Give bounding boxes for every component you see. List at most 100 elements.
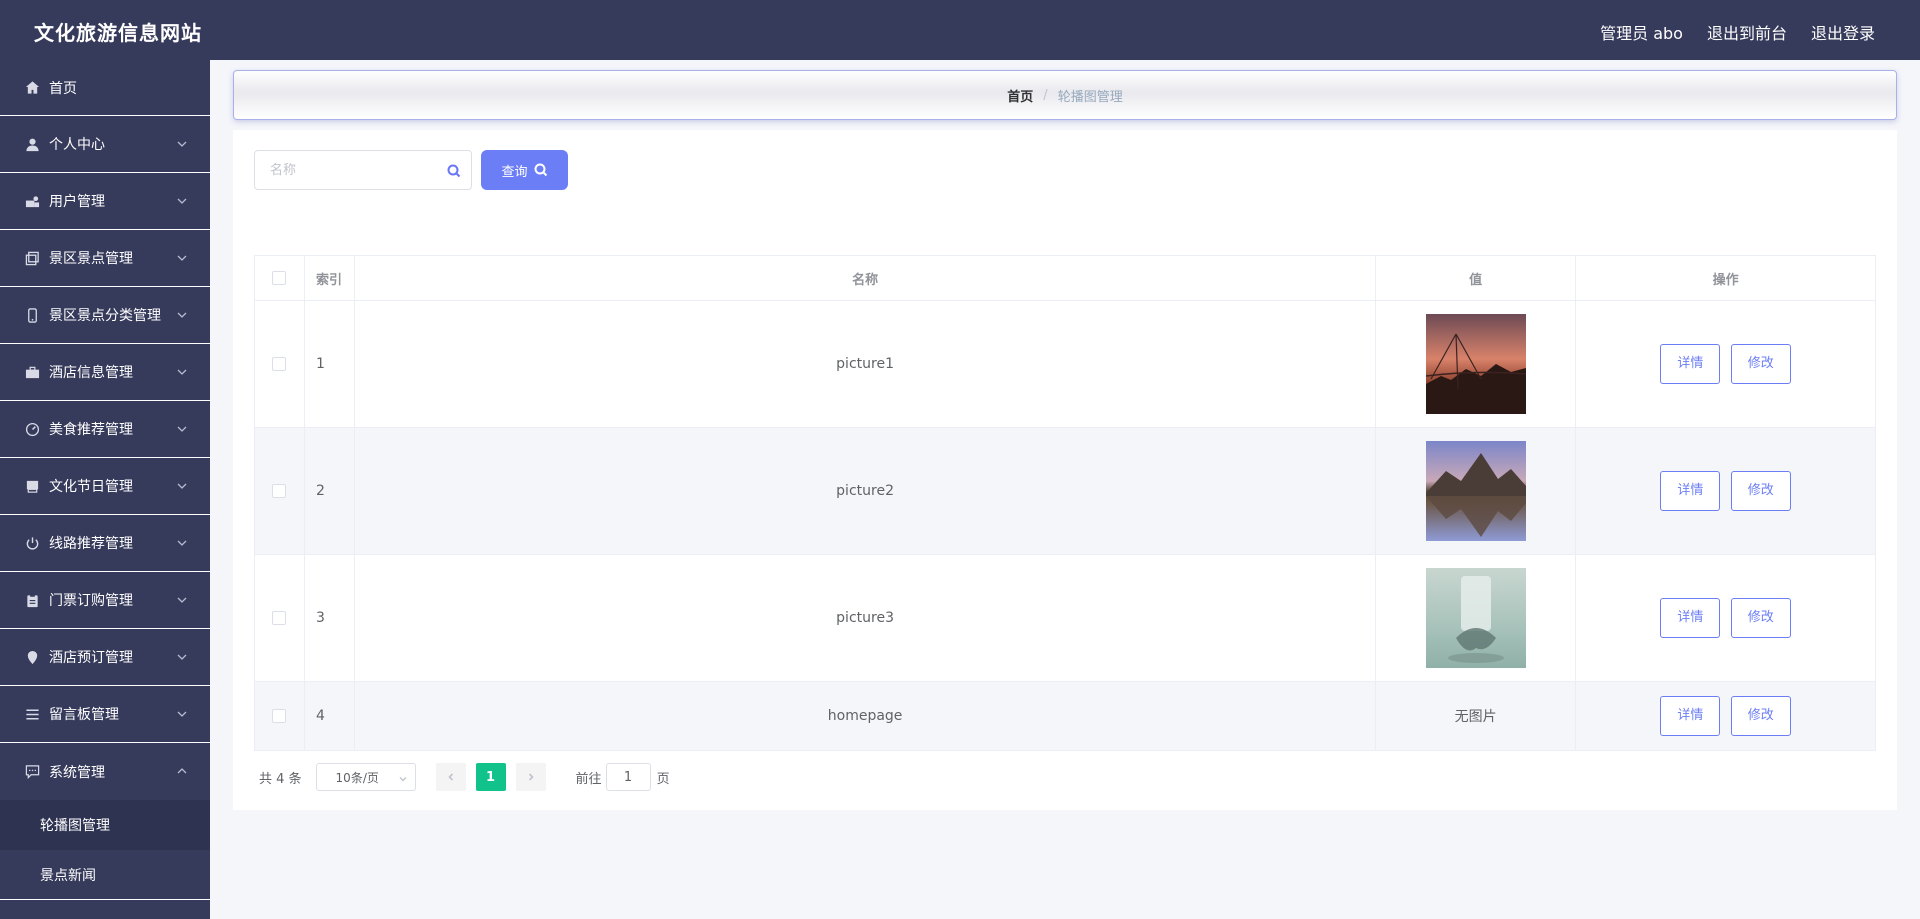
- site-title: 文化旅游信息网站: [34, 21, 202, 45]
- row-checkbox[interactable]: [272, 709, 287, 723]
- search-icon: [447, 163, 461, 178]
- query-button-label: 查询: [501, 164, 528, 180]
- chevron-down-icon: [398, 773, 408, 787]
- sunset-bridge-image[interactable]: [1425, 314, 1526, 414]
- select-all-cell: [254, 255, 305, 301]
- top-bar: 文化旅游信息网站 管理员 abo 退出到前台 退出登录: [0, 0, 1920, 60]
- page-size-value: 10条/页: [335, 770, 379, 785]
- row-name: homepage: [353, 681, 1377, 751]
- detail-button[interactable]: 详情: [1660, 696, 1721, 736]
- sidebar-item-food-recommend[interactable]: 美食推荐管理: [0, 401, 210, 458]
- gauge-icon: [24, 421, 40, 437]
- sidebar-item-label: 景区景点分类管理: [49, 308, 161, 324]
- chevron-down-icon: [176, 252, 188, 264]
- sidebar-subitem-scenic-news[interactable]: 景点新闻: [0, 850, 210, 900]
- sidebar-item-label: 个人中心: [49, 137, 105, 153]
- sidebar-item-culture-festival[interactable]: 文化节日管理: [0, 458, 210, 515]
- breadcrumb-home[interactable]: 首页: [1007, 86, 1033, 105]
- sidebar-item-message-board[interactable]: 留言板管理: [0, 686, 210, 743]
- sidebar-item-personal-center[interactable]: 个人中心: [0, 116, 210, 173]
- sidebar-item-label: 美食推荐管理: [49, 422, 133, 438]
- detail-button[interactable]: 详情: [1660, 471, 1721, 511]
- sidebar-item-user-management[interactable]: 用户管理: [0, 173, 210, 230]
- chevron-down-icon: [176, 423, 188, 435]
- row-index: 4: [303, 681, 355, 751]
- breadcrumb: 首页 / 轮播图管理: [233, 70, 1897, 120]
- chevron-down-icon: [176, 138, 188, 150]
- page-number-current[interactable]: 1: [475, 763, 506, 791]
- table-row: 2 picture2 详情 修改: [254, 427, 1876, 555]
- chevron-up-icon: [176, 765, 188, 777]
- sidebar-subitem-label: 景点新闻: [40, 867, 96, 884]
- sidebar-subitem-carousel[interactable]: 轮播图管理: [0, 800, 210, 850]
- search-input[interactable]: [255, 151, 435, 189]
- row-actions: 详情 修改: [1575, 427, 1876, 555]
- admin-user-label[interactable]: 管理员 abo: [1600, 20, 1683, 44]
- content-panel: 查询 索引 名称 值 操作 1 picture1: [233, 130, 1897, 810]
- query-button[interactable]: 查询: [481, 150, 568, 190]
- home-icon: [24, 80, 40, 96]
- sidebar-item-scenic-spots[interactable]: 景区景点管理: [0, 230, 210, 287]
- clipboard-icon: [24, 592, 40, 608]
- briefcase-icon: [24, 364, 40, 380]
- chevron-down-icon: [176, 594, 188, 606]
- jump-page-input[interactable]: [605, 763, 651, 791]
- sidebar-item-scenic-categories[interactable]: 景区景点分类管理: [0, 287, 210, 344]
- pagination-total: 共 4 条: [259, 771, 302, 787]
- sidebar-item-ticket-orders[interactable]: 门票订购管理: [0, 572, 210, 629]
- chevron-down-icon: [176, 651, 188, 663]
- detail-button[interactable]: 详情: [1660, 598, 1721, 638]
- sidebar-item-label: 酒店预订管理: [49, 650, 133, 666]
- edit-button[interactable]: 修改: [1730, 696, 1791, 736]
- back-to-front-link[interactable]: 退出到前台: [1707, 20, 1787, 44]
- edit-button[interactable]: 修改: [1730, 471, 1791, 511]
- printer-icon: [24, 478, 40, 494]
- table-row: 4 homepage 无图片 详情 修改: [254, 681, 1876, 751]
- table-header-row: 索引 名称 值 操作: [254, 255, 1876, 301]
- row-checkbox[interactable]: [272, 357, 287, 371]
- sidebar-item-home[interactable]: 首页: [0, 60, 210, 116]
- detail-button[interactable]: 详情: [1660, 344, 1721, 384]
- sidebar-item-label: 文化节日管理: [49, 479, 133, 495]
- next-page-button[interactable]: [515, 763, 546, 791]
- sidebar-item-system-management[interactable]: 系统管理: [0, 743, 210, 800]
- page-size-select[interactable]: 10条/页: [315, 763, 416, 791]
- chevron-down-icon: [176, 708, 188, 720]
- location-icon: [24, 649, 40, 665]
- top-right-links: 管理员 abo 退出到前台 退出登录: [1600, 20, 1875, 44]
- sidebar-item-route-recommend[interactable]: 线路推荐管理: [0, 515, 210, 572]
- prev-page-button[interactable]: [435, 763, 466, 791]
- column-header-actions: 操作: [1575, 255, 1876, 301]
- chevron-down-icon: [176, 480, 188, 492]
- edit-button[interactable]: 修改: [1730, 344, 1791, 384]
- row-checkbox[interactable]: [272, 484, 287, 498]
- jump-prefix: 前往: [575, 771, 602, 787]
- sidebar-item-hotel-info[interactable]: 酒店信息管理: [0, 344, 210, 401]
- row-name: picture3: [353, 554, 1377, 682]
- row-index: 1: [303, 300, 355, 428]
- select-all-checkbox[interactable]: [272, 271, 287, 285]
- sidebar-item-label: 首页: [49, 80, 77, 97]
- sidebar-item-label: 酒店信息管理: [49, 365, 133, 381]
- mobile-icon: [24, 307, 40, 323]
- edit-button[interactable]: 修改: [1730, 598, 1791, 638]
- row-name: picture1: [353, 300, 1377, 428]
- row-value: [1375, 554, 1577, 682]
- row-value-text: 无图片: [1375, 681, 1577, 751]
- jump-suffix: 页: [656, 771, 670, 787]
- sidebar-item-hotel-booking[interactable]: 酒店预订管理: [0, 629, 210, 686]
- row-index: 2: [303, 427, 355, 555]
- logout-link[interactable]: 退出登录: [1811, 20, 1875, 44]
- carousel-table: 索引 名称 值 操作 1 picture1 详情 修改 2 picture2 详…: [254, 255, 1876, 751]
- row-actions: 详情 修改: [1575, 300, 1876, 428]
- glass-sculpture-image[interactable]: [1425, 568, 1526, 668]
- list-icon: [24, 706, 40, 722]
- sidebar-item-label: 系统管理: [49, 764, 105, 781]
- column-header-name: 名称: [353, 255, 1377, 301]
- chevron-down-icon: [176, 309, 188, 321]
- chevron-down-icon: [176, 366, 188, 378]
- row-checkbox[interactable]: [272, 611, 287, 625]
- search-icon: [534, 163, 547, 177]
- mountain-lake-image[interactable]: [1425, 441, 1526, 541]
- chat-icon: [24, 764, 40, 780]
